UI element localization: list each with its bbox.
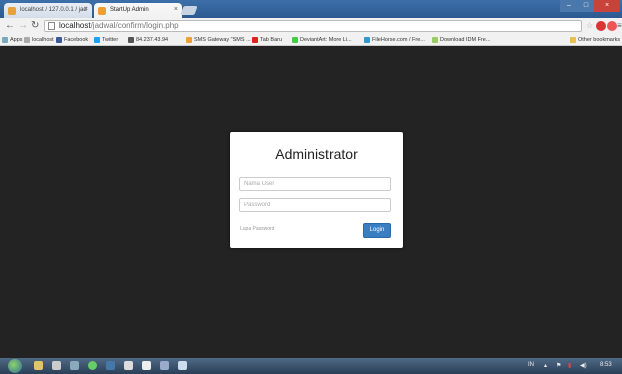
youtube-icon — [252, 37, 258, 43]
explorer-icon[interactable] — [34, 361, 43, 370]
minimize-button[interactable]: – — [560, 0, 578, 12]
url-path: /jadwal/confirm/login.php — [90, 21, 179, 30]
reload-icon[interactable]: ↻ — [31, 20, 39, 32]
back-arrow-icon[interactable]: ← — [5, 20, 15, 32]
extension-icon[interactable] — [596, 21, 606, 31]
page-favicon-icon — [98, 7, 106, 15]
phpmyadmin-icon — [8, 7, 16, 15]
app-icon[interactable] — [142, 361, 151, 370]
forgot-password-link[interactable]: Lupa Password — [240, 226, 274, 232]
bookmark-facebook[interactable]: Facebook — [56, 36, 88, 44]
app-icon[interactable] — [70, 361, 79, 370]
dollar-icon — [128, 37, 134, 43]
username-input[interactable] — [239, 177, 391, 191]
deviantart-icon — [292, 37, 298, 43]
tab-label: localhost / 127.0.0.1 / jad — [20, 7, 87, 13]
taskbar: IN ▴ ⚑ ▮ ◀) 8:53 — [0, 358, 622, 374]
start-button[interactable] — [8, 359, 22, 373]
language-indicator[interactable]: IN — [528, 362, 534, 368]
bookmark-twitter[interactable]: Twitter — [94, 36, 118, 44]
page-icon — [48, 22, 55, 30]
browser-toolbar: ← → ↻ localhost/jadwal/confirm/login.php… — [0, 18, 622, 34]
download-icon — [432, 37, 438, 43]
star-icon[interactable]: ☆ — [586, 20, 593, 32]
app-icon[interactable] — [124, 361, 133, 370]
login-card: Administrator Lupa Password Login — [230, 132, 403, 248]
close-window-button[interactable]: × — [594, 0, 620, 12]
twitter-icon — [94, 37, 100, 43]
browser-tab-strip: localhost / 127.0.0.1 / jad × StartUp Ad… — [0, 0, 622, 18]
filehorse-icon — [364, 37, 370, 43]
maximize-button[interactable]: □ — [578, 0, 594, 12]
tab-label: StartUp Admin — [110, 7, 149, 13]
app-icon[interactable] — [106, 361, 115, 370]
forward-arrow-icon[interactable]: → — [18, 20, 28, 32]
new-tab-button[interactable] — [180, 6, 198, 15]
bookmark-tab-baru[interactable]: Tab Baru — [252, 36, 282, 44]
login-button[interactable]: Login — [363, 223, 391, 238]
flag-icon[interactable]: ⚑ — [556, 362, 561, 369]
app-icon[interactable] — [52, 361, 61, 370]
bookmark-sms-gateway[interactable]: SMS Gateway "SMS ... — [186, 36, 251, 44]
close-tab-icon[interactable]: × — [174, 6, 178, 13]
app-icon[interactable] — [160, 361, 169, 370]
tab-phpmyadmin[interactable]: localhost / 127.0.0.1 / jad × — [4, 3, 92, 18]
bookmark-deviantart[interactable]: DeviantArt: More Li... — [292, 36, 352, 44]
bookmark-apps[interactable]: Apps — [2, 36, 23, 44]
network-icon[interactable]: ▮ — [568, 362, 571, 369]
bookmarks-bar: Apps localhost Facebook Twitter 84.237.4… — [0, 34, 622, 46]
password-input[interactable] — [239, 198, 391, 212]
bookmark-localhost[interactable]: localhost — [24, 36, 54, 44]
app-icon[interactable] — [178, 361, 187, 370]
bookmark-other[interactable]: Other bookmarks — [570, 36, 620, 44]
folder-icon — [570, 37, 576, 43]
bookmark-filehorse[interactable]: FileHorse.com / Fre... — [364, 36, 425, 44]
clock[interactable]: 8:53 — [600, 362, 612, 368]
login-title: Administrator — [275, 146, 358, 162]
sms-icon — [186, 37, 192, 43]
address-bar[interactable]: localhost/jadwal/confirm/login.php — [44, 20, 582, 32]
apps-icon — [2, 37, 8, 43]
url-host: localhost — [59, 21, 91, 30]
menu-icon[interactable]: ≡ — [617, 20, 622, 32]
tray-arrow-icon[interactable]: ▴ — [544, 362, 547, 369]
tab-startup-admin[interactable]: StartUp Admin × — [94, 3, 182, 18]
opera-icon[interactable] — [607, 21, 617, 31]
volume-icon[interactable]: ◀) — [580, 362, 587, 369]
chrome-icon[interactable] — [88, 361, 97, 370]
page-content: Administrator Lupa Password Login — [0, 46, 622, 358]
bookmark-idm[interactable]: Download IDM Fre... — [432, 36, 490, 44]
bookmark-ip[interactable]: 84.237.43.94 — [128, 36, 168, 44]
localhost-icon — [24, 37, 30, 43]
facebook-icon — [56, 37, 62, 43]
close-tab-icon[interactable]: × — [84, 6, 88, 13]
